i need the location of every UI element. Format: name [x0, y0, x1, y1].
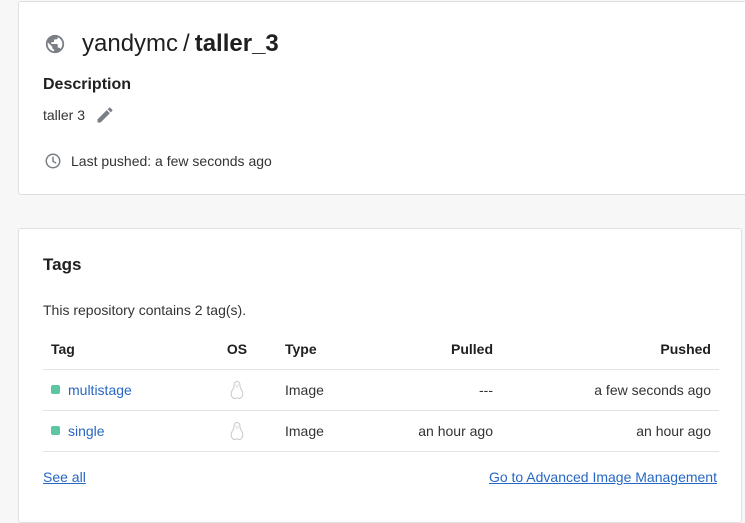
column-header-os: OS [215, 329, 259, 370]
description-text: taller 3 [43, 107, 86, 123]
tag-pushed: an hour ago [501, 410, 719, 452]
repo-name: taller_3 [194, 30, 279, 57]
tag-type: Image [259, 410, 337, 452]
advanced-image-management-link[interactable]: Go to Advanced Image Management [489, 469, 717, 485]
tag-pulled: --- [337, 369, 501, 411]
linux-icon [230, 421, 244, 440]
tags-table: Tag OS Type Pulled Pushed multistage Ima… [43, 329, 719, 452]
clock-icon [45, 153, 61, 169]
column-header-pushed: Pushed [501, 329, 719, 370]
description-label: Description [43, 76, 132, 93]
tag-link-single[interactable]: single [51, 423, 105, 439]
globe-icon [45, 34, 65, 54]
tags-title: Tags [43, 255, 82, 274]
linux-icon [230, 380, 244, 399]
table-row: single Image an hour ago an hour ago [43, 410, 719, 452]
last-pushed-text: Last pushed: a few seconds ago [71, 153, 272, 169]
tag-pushed: a few seconds ago [501, 369, 719, 411]
edit-pencil-icon[interactable] [95, 105, 115, 125]
repo-title: yandymc / taller_3 [82, 30, 279, 58]
repo-namespace: yandymc [82, 30, 179, 57]
status-dot [51, 426, 60, 436]
repo-separator: / [183, 30, 190, 57]
tag-name: single [68, 422, 105, 439]
tag-pulled: an hour ago [337, 410, 501, 452]
tag-type: Image [259, 369, 337, 411]
column-header-type: Type [259, 329, 337, 370]
tags-count-text: This repository contains 2 tag(s). [43, 302, 247, 318]
table-row: multistage Image --- a few seconds ago [43, 369, 719, 411]
repository-info-card: yandymc / taller_3 Description taller 3 La… [18, 1, 745, 195]
column-header-tag: Tag [43, 329, 215, 370]
tags-table-header: Tag OS Type Pulled Pushed [43, 329, 719, 370]
column-header-pulled: Pulled [337, 329, 501, 370]
see-all-link[interactable]: See all [43, 469, 86, 485]
status-dot [51, 385, 60, 395]
tag-link-multistage[interactable]: multistage [51, 382, 132, 398]
last-pushed-row: Last pushed: a few seconds ago [44, 152, 272, 170]
tag-name: multistage [68, 381, 132, 398]
description-row: taller 3 [43, 105, 115, 125]
repo-header: yandymc / taller_3 [44, 30, 279, 58]
tags-card: Tags This repository contains 2 tag(s). … [18, 228, 742, 523]
